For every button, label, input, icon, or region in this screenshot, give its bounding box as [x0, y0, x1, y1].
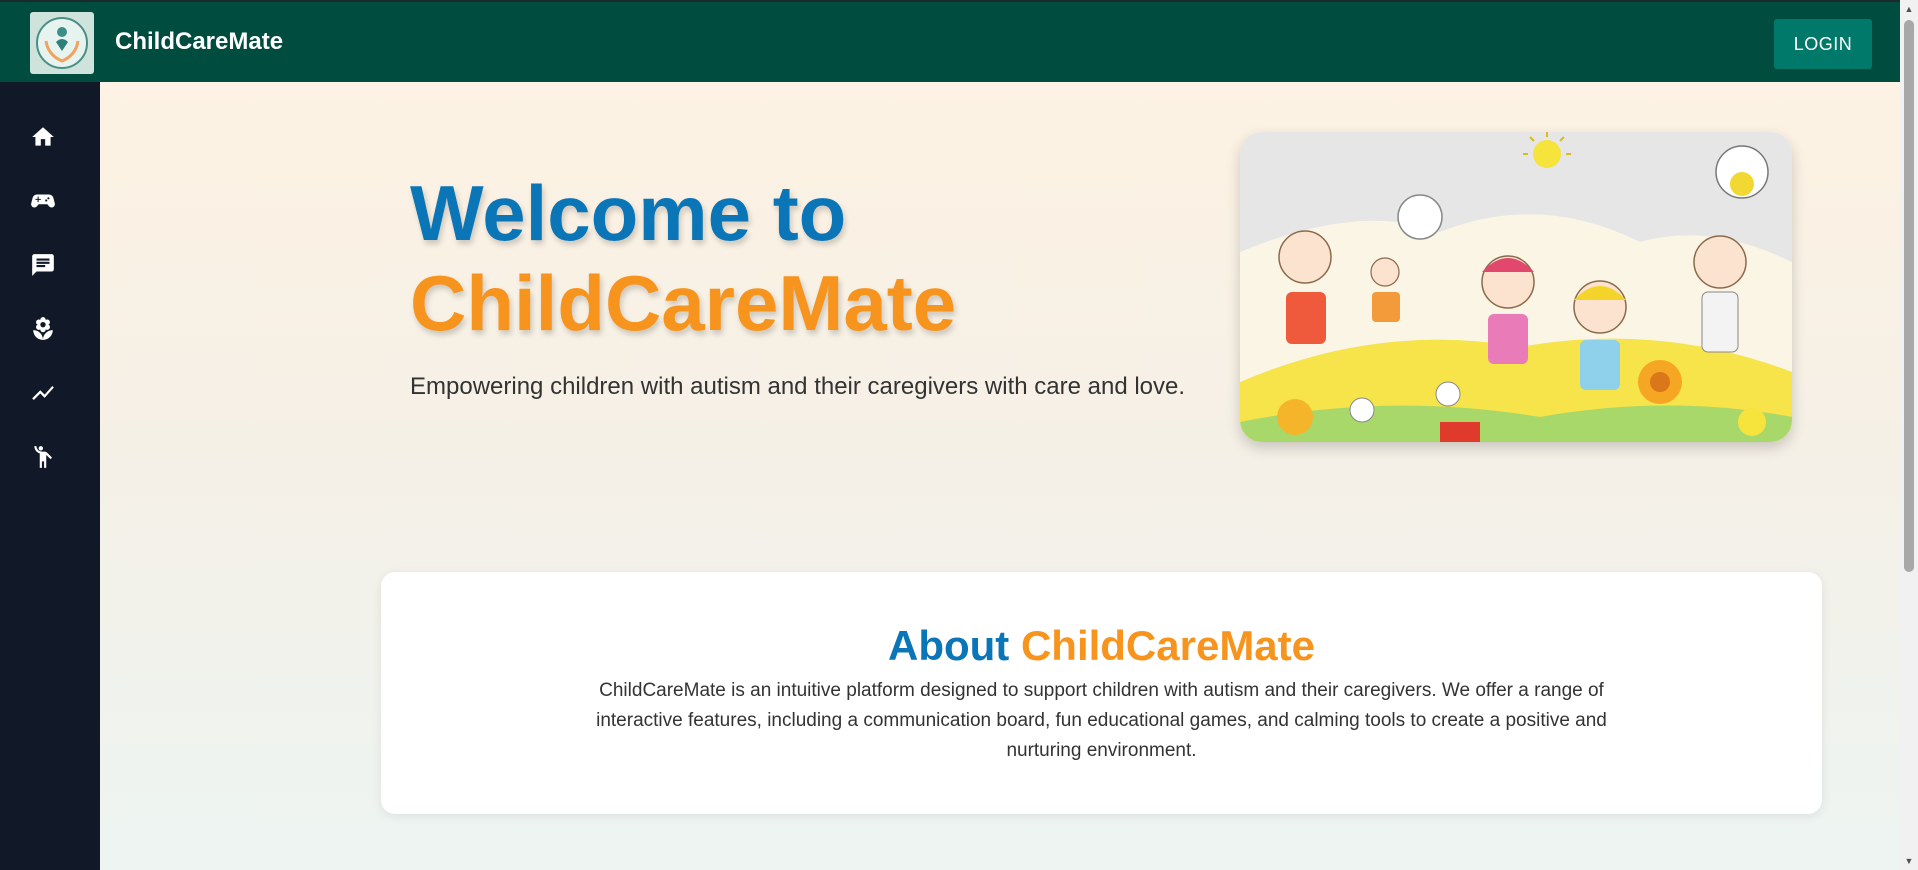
- about-title-part1: About: [887, 622, 1010, 669]
- hero-illustration: [1240, 132, 1792, 442]
- trending-icon: [32, 385, 54, 401]
- sidebar-item-calming[interactable]: [26, 312, 60, 346]
- sidebar-item-communication[interactable]: [26, 248, 60, 282]
- about-title: About ChildCareMate: [381, 622, 1822, 670]
- person-waving-icon: [34, 446, 53, 468]
- sidebar-item-home[interactable]: [26, 120, 60, 154]
- about-card: About ChildCareMate ChildCareMate is an …: [381, 572, 1822, 814]
- login-button[interactable]: LOGIN: [1774, 19, 1872, 69]
- hero-title: Welcome to ChildCareMate: [410, 168, 956, 348]
- hero-title-line2: ChildCareMate: [410, 259, 957, 347]
- sidebar: [0, 82, 100, 870]
- top-app-bar: ChildCareMate LOGIN: [0, 0, 1900, 82]
- sidebar-item-games[interactable]: [26, 184, 60, 218]
- app-title[interactable]: ChildCareMate: [115, 28, 283, 56]
- vertical-scrollbar[interactable]: ▲ ▼: [1900, 0, 1918, 870]
- app-logo[interactable]: [30, 12, 94, 74]
- lotus-icon: [33, 317, 53, 340]
- hero-title-line1: Welcome to: [410, 169, 847, 257]
- about-description: ChildCareMate is an intuitive platform d…: [596, 680, 1607, 761]
- home-icon: [32, 127, 54, 146]
- scroll-down-icon[interactable]: ▼: [1904, 856, 1914, 866]
- gamepad-icon: [31, 194, 55, 208]
- heart-hands-logo-icon: [36, 17, 88, 69]
- chat-icon: [32, 254, 54, 276]
- about-title-part2: ChildCareMate: [1020, 622, 1316, 669]
- sidebar-item-activities[interactable]: [26, 440, 60, 474]
- scrollbar-thumb[interactable]: [1904, 20, 1914, 572]
- hero-subtitle: Empowering children with autism and thei…: [410, 373, 1186, 400]
- sidebar-item-progress[interactable]: [26, 376, 60, 410]
- children-drawing-illustration: [1240, 132, 1792, 442]
- scroll-up-icon[interactable]: ▲: [1904, 4, 1914, 14]
